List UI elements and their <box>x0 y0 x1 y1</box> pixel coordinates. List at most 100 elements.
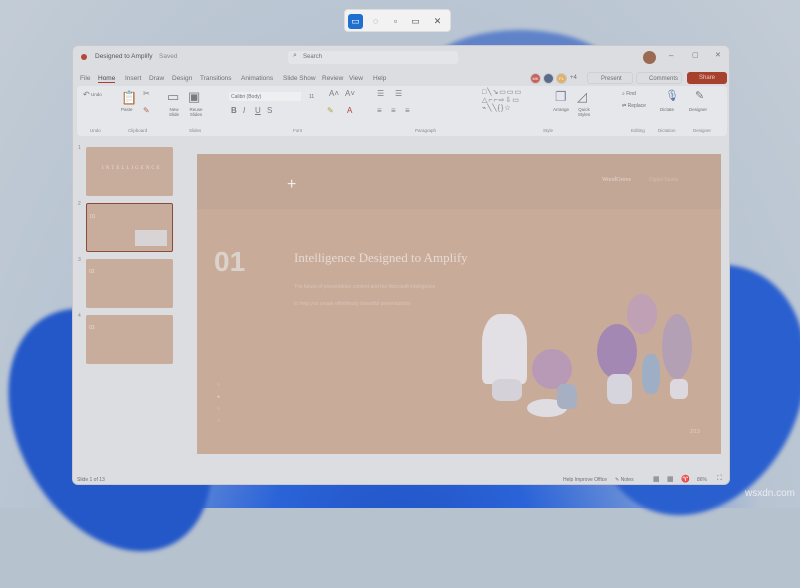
window-snip-button[interactable]: ▫ <box>388 14 403 29</box>
search-placeholder: Search <box>303 54 323 60</box>
powerpoint-logo-icon <box>81 54 87 60</box>
slide-thumbnail-pane: 1 INTELLIGENCE 2 01 3 02 4 03 <box>73 141 183 471</box>
tab-animations[interactable]: Animations <box>241 75 273 82</box>
align-left-icon[interactable]: ≡ <box>377 106 382 115</box>
share-label: Share <box>699 75 716 81</box>
normal-view-icon[interactable]: ▦ <box>653 475 660 483</box>
undo-icon[interactable]: ↶ <box>83 90 90 99</box>
format-painter-icon[interactable]: ✎ <box>143 106 150 115</box>
maximize-button[interactable]: ▢ <box>692 51 699 59</box>
slide-thumbnail-1[interactable]: INTELLIGENCE <box>86 147 173 196</box>
slide-body-line-2: to help you create effortlessly beautifu… <box>294 301 411 307</box>
undo-label: Undo <box>91 92 102 97</box>
collaborator-avatar[interactable]: MK <box>530 73 541 84</box>
group-label-paragraph: Paragraph <box>415 128 437 133</box>
slide-brand-sub: Digital Studio <box>649 177 679 183</box>
font-name-value: Calibri (Body) <box>231 94 262 100</box>
tab-review[interactable]: Review <box>322 75 343 82</box>
replace-label: Replace <box>627 103 646 109</box>
collaborator-avatar[interactable]: FL <box>556 73 567 84</box>
reuse-slides-icon[interactable]: ▣ <box>188 89 200 105</box>
collaborator-avatar[interactable] <box>543 73 554 84</box>
thumbnail-plants-image <box>135 230 167 246</box>
tab-insert[interactable]: Insert <box>125 75 141 82</box>
slide-thumbnail-4[interactable]: 03 <box>86 315 173 364</box>
zoom-level[interactable]: 86% <box>697 477 707 483</box>
bold-icon[interactable]: B <box>231 106 237 115</box>
tab-file[interactable]: File <box>80 75 90 82</box>
new-slide-icon[interactable]: ▭ <box>167 89 179 105</box>
numbering-icon[interactable]: ☰ <box>395 89 402 98</box>
notes-label: Notes <box>620 477 634 483</box>
font-size-dropdown[interactable]: 11 <box>307 92 323 101</box>
slide-header-band: WoodGrove Digital Studio <box>197 154 721 209</box>
thumbnail-number: 2 <box>78 201 81 207</box>
font-size-value: 11 <box>309 94 315 100</box>
thumbnail-number: 1 <box>78 145 81 151</box>
user-avatar[interactable] <box>643 51 656 64</box>
search-box[interactable]: ⌕ Search <box>288 51 458 64</box>
group-label-style: Style <box>543 128 554 133</box>
font-color-icon[interactable]: A <box>347 106 352 115</box>
powerpoint-window: Designed to Amplify Saved ⌕ Search – ▢ ✕… <box>72 45 730 485</box>
paste-icon[interactable]: 📋 <box>121 90 137 106</box>
search-icon: ⌕ <box>293 52 297 59</box>
grow-font-icon[interactable]: A˄ <box>329 89 339 98</box>
shrink-font-icon[interactable]: A˅ <box>345 89 355 98</box>
save-status: Saved <box>159 53 178 60</box>
fullscreen-snip-button[interactable]: ▭ <box>408 14 423 29</box>
slide-canvas[interactable]: WoodGrove Digital Studio + 01 Intelligen… <box>197 154 721 454</box>
dictate-icon[interactable]: 🎙 <box>665 89 679 102</box>
align-right-icon[interactable]: ≡ <box>405 106 410 115</box>
slide-thumbnail-2[interactable]: 01 <box>86 203 173 252</box>
slide-sorter-icon[interactable]: ▦ <box>667 475 674 483</box>
shapes-gallery[interactable]: □╲↘▭▭▭ △⌐⌐⇨⇩▭ ⌁╲╲{}☆ <box>482 88 522 112</box>
designer-label: Designer <box>689 107 708 112</box>
tab-view[interactable]: View <box>349 75 363 82</box>
help-improve-office-link[interactable]: Help Improve Office <box>563 477 607 483</box>
minimize-button[interactable]: – <box>669 51 673 60</box>
comments-button[interactable]: Comments <box>636 72 682 84</box>
comments-label: Comments <box>649 76 679 82</box>
underline-icon[interactable]: U <box>255 106 261 115</box>
tab-design[interactable]: Design <box>172 75 192 82</box>
font-name-dropdown[interactable]: Calibri (Body) <box>229 92 301 101</box>
fit-to-window-icon[interactable]: ⛶ <box>717 475 722 483</box>
share-button[interactable]: Share <box>687 72 727 84</box>
bullets-icon[interactable]: ☰ <box>377 89 384 98</box>
replace-button[interactable]: ⇄ Replace <box>622 103 646 109</box>
slide-thumbnail-3[interactable]: 02 <box>86 259 173 308</box>
rectangular-snip-button[interactable]: ▭ <box>348 14 363 29</box>
strikethrough-icon[interactable]: S <box>267 106 272 115</box>
close-button[interactable]: ✕ <box>715 51 721 59</box>
reading-view-icon[interactable]: ♈ <box>681 475 690 483</box>
tab-home[interactable]: Home <box>98 75 116 83</box>
arrange-label: Arrange <box>553 107 570 112</box>
freeform-snip-button[interactable]: ◌ <box>368 14 383 29</box>
highlight-icon[interactable]: ✎ <box>327 106 334 115</box>
tab-transitions[interactable]: Transitions <box>200 75 232 82</box>
designer-icon[interactable]: ✎ <box>695 89 704 102</box>
snipping-toolbar: ▭ ◌ ▫ ▭ ✕ <box>344 9 451 32</box>
cut-icon[interactable]: ✂ <box>143 89 150 98</box>
document-title: Designed to Amplify <box>95 53 153 60</box>
watermark: wsxdn.com <box>745 488 796 499</box>
tab-slide-show[interactable]: Slide Show <box>283 75 316 82</box>
close-snip-button[interactable]: ✕ <box>430 14 445 29</box>
tab-draw[interactable]: Draw <box>149 75 164 82</box>
italic-icon[interactable]: I <box>243 106 245 115</box>
tab-help[interactable]: Help <box>373 75 386 82</box>
arrange-icon[interactable]: ❐ <box>555 89 567 105</box>
find-button[interactable]: ⌕ Find <box>622 91 636 97</box>
slide-brand: WoodGrove <box>602 177 632 183</box>
more-collaborators[interactable]: +4 <box>570 75 577 81</box>
thumbnail-number: 4 <box>78 313 81 319</box>
notes-button[interactable]: ✎ Notes <box>615 477 634 483</box>
present-label: Present <box>601 76 622 82</box>
group-label-slides: Slides <box>189 128 202 133</box>
align-center-icon[interactable]: ≡ <box>391 106 396 115</box>
find-label: Find <box>626 91 636 97</box>
quick-styles-icon[interactable]: ◿ <box>577 89 587 105</box>
present-button[interactable]: Present <box>587 72 633 84</box>
reuse-slides-label: Reuse Slides <box>189 107 203 117</box>
